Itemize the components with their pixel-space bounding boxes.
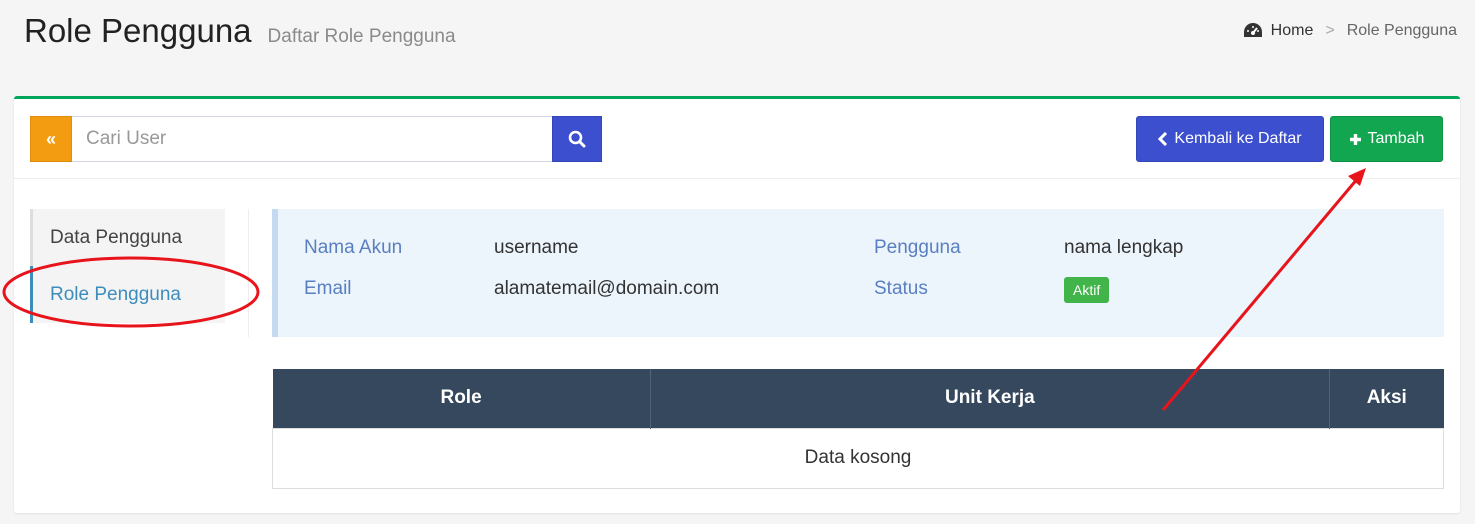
page-title: Role Pengguna [24, 12, 252, 49]
sidebar-item-role-pengguna[interactable]: Role Pengguna [30, 266, 225, 323]
breadcrumb-current: Role Pengguna [1346, 22, 1457, 39]
table-row: Data kosong [272, 427, 1444, 489]
back-to-list-button[interactable]: Kembali ke Daftar [1136, 116, 1324, 162]
add-button[interactable]: Tambah [1330, 116, 1443, 162]
account-label: Nama Akun [304, 237, 403, 258]
back-to-list-label: Kembali ke Daftar [1174, 130, 1302, 147]
toolbar: « Kembali ke Daftar Tambah [14, 99, 1460, 179]
sidebar-item-label: Role Pengguna [50, 283, 181, 305]
table-header-row: Role Unit Kerja Aksi [272, 369, 1444, 428]
email-value: alamatemail@domain.com [494, 278, 720, 299]
user-value: nama lengkap [1064, 237, 1184, 258]
breadcrumb: Home > Role Pengguna [1243, 22, 1457, 40]
breadcrumb-separator: > [1325, 22, 1335, 39]
empty-message: Data kosong [272, 427, 1444, 489]
plus-icon [1349, 133, 1362, 146]
breadcrumb-home-link[interactable]: Home [1271, 22, 1314, 40]
email-label: Email [304, 278, 352, 299]
search-group: « [30, 116, 602, 162]
add-label: Tambah [1367, 130, 1425, 147]
collapse-button[interactable]: « [30, 116, 72, 162]
sidebar-item-data-pengguna[interactable]: Data Pengguna [30, 209, 225, 266]
status-badge: Aktif [1064, 277, 1110, 303]
dashboard-icon [1243, 23, 1262, 37]
search-input[interactable] [72, 116, 552, 162]
account-value: username [494, 237, 579, 258]
nav-divider [248, 209, 249, 337]
search-icon [568, 130, 586, 148]
role-table: Role Unit Kerja Aksi Data kosong [272, 369, 1444, 489]
column-header-unit-kerja: Unit Kerja [650, 369, 1331, 428]
page-header: Role Pengguna Daftar Role Pengguna [24, 12, 456, 50]
status-label: Status [874, 278, 928, 299]
column-header-role: Role [272, 369, 651, 428]
column-header-aksi: Aksi [1329, 369, 1444, 428]
user-label: Pengguna [874, 237, 961, 258]
side-nav: Data Pengguna Role Pengguna [30, 209, 225, 323]
chevron-left-icon [1158, 132, 1168, 146]
user-info-panel: Nama Akun username Email alamatemail@dom… [272, 209, 1444, 337]
search-button[interactable] [552, 116, 602, 162]
sidebar-item-label: Data Pengguna [50, 226, 183, 248]
content-box: « Kembali ke Daftar Tambah Data Peng [14, 96, 1460, 513]
page-subtitle: Daftar Role Pengguna [267, 26, 456, 47]
